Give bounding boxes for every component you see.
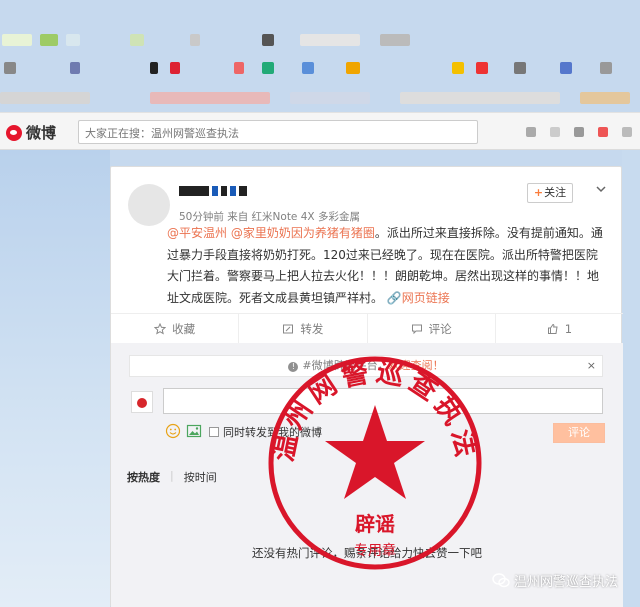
nav-icon[interactable]	[574, 127, 584, 137]
weibo-post-card: 50分钟前 来自 红米Note 4X 多彩金属 +关注 @平安温州 @家里奶奶因…	[110, 166, 623, 607]
favorite-button[interactable]: 收藏	[111, 314, 240, 343]
comment-area: ! #微博辟谣平台，欢迎查阅！ × 同时转发到我的微博 评论 按热度 | 按时间	[111, 343, 623, 607]
submit-comment-button[interactable]: 评论	[553, 423, 605, 443]
page-background-right	[622, 150, 640, 607]
wechat-icon	[492, 573, 510, 588]
top-nav-icons	[526, 127, 632, 137]
comment-sort: 按热度 | 按时间	[127, 469, 217, 485]
obscured-nav-strip	[0, 92, 640, 106]
rumor-notice: ! #微博辟谣平台，欢迎查阅！ ×	[129, 355, 603, 377]
sort-divider: |	[170, 469, 174, 482]
repost-button[interactable]: 转发	[239, 314, 368, 343]
chevron-down-icon[interactable]	[595, 183, 607, 195]
thumbs-up-icon	[547, 323, 558, 334]
link-icon: 🔗	[386, 290, 402, 305]
notice-link[interactable]: 欢迎查阅！	[389, 359, 444, 372]
mention-link[interactable]: @家里奶奶因为养猪有猪圈	[231, 226, 375, 240]
weibo-top-bar: 微博 大家正在搜：温州网警巡查执法	[0, 112, 640, 150]
image-icon[interactable]	[186, 423, 202, 439]
obscured-tab-strip	[0, 34, 640, 48]
comment-icon	[411, 324, 422, 334]
search-input[interactable]: 大家正在搜：温州网警巡查执法	[78, 120, 478, 144]
follow-button[interactable]: +关注	[527, 183, 573, 203]
comment-button[interactable]: 评论	[368, 314, 496, 343]
star-icon	[154, 322, 167, 335]
close-icon[interactable]: ×	[587, 356, 596, 376]
post-actions: 收藏 转发 评论 1	[111, 313, 623, 343]
checkbox-icon[interactable]	[209, 427, 219, 437]
post-meta: 50分钟前 来自 红米Note 4X 多彩金属	[179, 211, 360, 223]
repost-checkbox[interactable]: 同时转发到我的微博	[209, 424, 322, 440]
obscured-bookmark-strip	[0, 62, 640, 76]
nav-icon[interactable]	[598, 127, 608, 137]
weibo-eye-icon	[6, 124, 22, 141]
sort-time-tab[interactable]: 按时间	[184, 469, 217, 485]
post-body: @平安温州 @家里奶奶因为养猪有猪圈。派出所过来直接拆除。没有提前通知。通过暴力…	[167, 223, 607, 309]
nav-icon[interactable]	[526, 127, 536, 137]
obscured-username[interactable]	[179, 186, 247, 196]
like-button[interactable]: 1	[496, 314, 623, 343]
page-background	[0, 150, 110, 607]
web-link[interactable]: 🔗网页链接	[387, 291, 450, 305]
sort-hot-tab[interactable]: 按热度	[127, 469, 160, 485]
mention-link[interactable]: @平安温州	[167, 226, 227, 240]
avatar[interactable]	[128, 184, 170, 226]
nav-icon[interactable]	[622, 127, 632, 137]
commenter-avatar	[131, 391, 153, 413]
comment-input[interactable]	[163, 388, 603, 414]
plus-icon: +	[533, 186, 544, 199]
nav-icon[interactable]	[550, 127, 560, 137]
watermark: 温州网警巡查执法	[492, 571, 618, 590]
weibo-logo-text: 微博	[26, 124, 57, 142]
weibo-logo[interactable]: 微博	[6, 122, 56, 143]
repost-icon	[283, 324, 294, 333]
empty-hot-comments: 还没有热门评论，赐条评论给力快去赞一下吧	[252, 546, 482, 560]
emoji-icon[interactable]	[165, 423, 181, 439]
info-icon: !	[288, 362, 299, 372]
